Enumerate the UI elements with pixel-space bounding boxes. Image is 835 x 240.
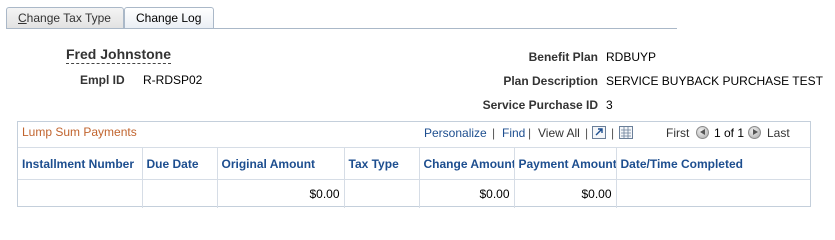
benefit-plan-label: Benefit Plan [528,50,598,64]
column-header[interactable]: Date/Time Completed [616,147,810,180]
service-purchase-id-label: Service Purchase ID [482,98,598,112]
nav-separator: | [528,126,532,140]
installment-number-cell [18,179,143,208]
view-all-link[interactable]: View All [538,126,580,141]
next-row-icon[interactable] [748,126,761,139]
original-amount-cell: $0.00 [217,179,345,208]
tax-type-cell [344,179,420,208]
tab-change-tax-type-accesskey: C [18,11,27,25]
nav-separator: | [611,126,615,140]
table-header-row: Installment Number Due Date Original Amo… [18,147,810,180]
find-link[interactable]: Find [502,126,525,141]
row-range: 1 of 1 [714,126,745,140]
date-time-completed-cell [616,180,810,209]
nav-separator: | [492,126,496,140]
tab-bar: Change Tax Type Change Log [6,7,677,29]
zoom-grid-icon[interactable] [592,126,606,139]
plan-description-value: SERVICE BUYBACK PURCHASE TEST [606,74,823,88]
change-amount-cell: $0.00 [419,179,515,208]
lump-sum-payments-table: Installment Number Due Date Original Amo… [18,147,810,208]
column-header[interactable]: Original Amount [217,147,345,180]
lump-sum-payments-grid: Lump Sum Payments Personalize | Find | V… [17,121,811,208]
column-header[interactable]: Due Date [142,147,218,180]
tab-divider [6,28,677,29]
service-purchase-id-value: 3 [606,98,613,112]
benefit-plan-value: RDBUYP [606,50,657,64]
grid-navigation: Personalize | Find | View All | | First … [424,126,804,142]
due-date-cell [142,179,218,208]
grid-title: Lump Sum Payments [22,125,137,139]
employee-name[interactable]: Fred Johnstone [66,46,172,64]
tab-change-tax-type[interactable]: Change Tax Type [6,7,124,28]
tab-change-log-label: Change Log [136,11,202,25]
payment-amount-cell: $0.00 [514,179,617,208]
nav-separator: | [585,126,589,140]
personalize-link[interactable]: Personalize [424,126,487,141]
column-header[interactable]: Tax Type [344,147,420,180]
column-header[interactable]: Installment Number [18,147,143,180]
empl-id-label: Empl ID [80,73,125,87]
first-link[interactable]: First [666,126,689,141]
tab-change-log[interactable]: Change Log [124,7,214,29]
last-link[interactable]: Last [767,126,790,141]
plan-description-label: Plan Description [503,74,598,88]
column-header[interactable]: Change Amount [419,147,515,180]
empl-id-value: R-RDSP02 [143,73,203,87]
table-row: $0.00 $0.00 $0.00 [18,179,810,209]
column-header[interactable]: Payment Amount [514,147,617,180]
download-spreadsheet-icon[interactable] [619,126,633,139]
previous-row-icon[interactable] [696,126,709,139]
tab-change-tax-type-label: hange Tax Type [26,11,111,25]
